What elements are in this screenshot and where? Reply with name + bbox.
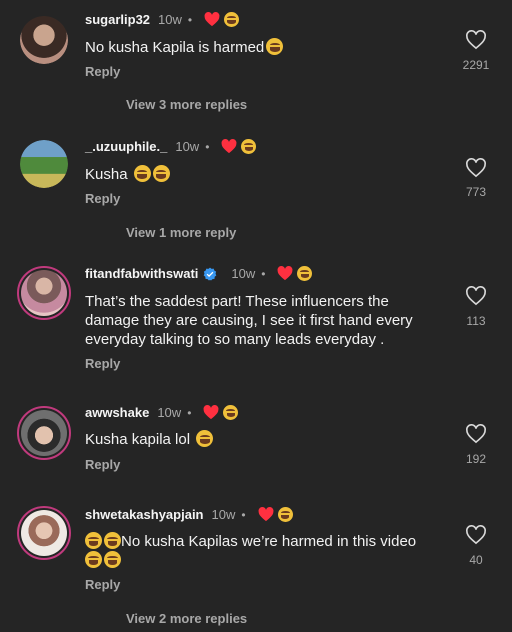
verified-badge-icon <box>204 267 217 281</box>
comment-text-line: That’s the saddest part! These influence… <box>85 293 389 310</box>
avatar[interactable] <box>17 266 71 320</box>
view-more-replies[interactable]: View 1 more reply <box>126 225 236 240</box>
comment-meta: awwshake 10w • <box>85 405 239 420</box>
laughing-emoji-icon <box>297 266 313 281</box>
separator-dot: • <box>261 266 266 281</box>
comment-text-content: No kusha Kapilas we’re harmed in this vi… <box>121 533 417 550</box>
timestamp: 10w <box>158 12 182 27</box>
like-button[interactable] <box>462 424 490 444</box>
laughing-emoji-icon <box>266 38 284 55</box>
username[interactable]: sugarlip32 <box>85 12 150 27</box>
like-button[interactable] <box>462 158 490 178</box>
view-more-replies[interactable]: View 2 more replies <box>126 611 247 626</box>
reply-button[interactable]: Reply <box>85 457 120 472</box>
reply-button[interactable]: Reply <box>85 64 120 79</box>
timestamp: 10w <box>157 405 182 420</box>
laughing-emoji-icon <box>85 551 102 568</box>
username[interactable]: _.uzuuphile._ <box>85 139 167 154</box>
reply-button[interactable]: Reply <box>85 356 120 371</box>
username[interactable]: shwetakashyapjain <box>85 507 204 522</box>
laughing-emoji-icon <box>152 165 170 182</box>
laughing-emoji-icon <box>196 430 214 447</box>
comment-text-content: Kusha <box>85 166 128 183</box>
comment-text-line: everyday talking to so many leads everyd… <box>85 331 385 348</box>
like-button[interactable] <box>462 30 490 50</box>
like-count: 192 <box>465 452 487 466</box>
comment-text: Kusha <box>85 165 445 184</box>
red-heart-icon <box>277 266 293 281</box>
red-heart-icon <box>204 12 220 27</box>
red-heart-icon <box>258 507 274 522</box>
reply-button[interactable]: Reply <box>85 577 120 592</box>
comment-meta: _.uzuuphile._ 10w • <box>85 139 257 154</box>
view-more-replies[interactable]: View 3 more replies <box>126 97 247 112</box>
comment-text: That’s the saddest part! These influence… <box>85 292 445 349</box>
like-count: 113 <box>466 314 486 328</box>
comment-text-content: Kusha kapila lol <box>85 431 191 448</box>
laughing-emoji-icon <box>223 405 239 420</box>
like-count: 2291 <box>462 58 490 72</box>
like-button[interactable] <box>462 286 490 306</box>
separator-dot: • <box>187 405 192 420</box>
heart-outline-icon <box>466 158 486 178</box>
timestamp: 10w <box>231 266 256 281</box>
comment-meta: sugarlip32 10w • <box>85 12 240 27</box>
heart-outline-icon <box>466 286 486 306</box>
username[interactable]: fitandfabwithswati <box>85 266 198 281</box>
like-count: 773 <box>465 185 487 199</box>
comment-text: No kusha Kapilas we’re harmed in this vi… <box>85 532 445 570</box>
laughing-emoji-icon <box>104 551 121 568</box>
laughing-emoji-icon <box>104 532 121 549</box>
avatar[interactable] <box>17 506 71 560</box>
red-heart-icon <box>203 405 219 420</box>
timestamp: 10w <box>175 139 200 154</box>
heart-outline-icon <box>466 525 486 545</box>
heart-outline-icon <box>466 424 486 444</box>
comment-meta: fitandfabwithswati 10w • <box>85 266 313 281</box>
separator-dot: • <box>205 139 210 154</box>
reply-button[interactable]: Reply <box>85 191 120 206</box>
laughing-emoji-icon <box>241 139 257 154</box>
avatar[interactable] <box>20 16 68 64</box>
like-count: 40 <box>469 553 483 567</box>
separator-dot: • <box>241 507 246 522</box>
comment-text-line: damage they are causing, I see it first … <box>85 312 413 329</box>
avatar[interactable] <box>20 140 68 188</box>
laughing-emoji-icon <box>224 12 240 27</box>
comment-text: No kusha Kapila is harmed <box>85 38 445 57</box>
comment-text-content: No kusha Kapila is harmed <box>85 39 265 56</box>
separator-dot: • <box>187 12 193 27</box>
red-heart-icon <box>221 139 237 154</box>
timestamp: 10w <box>211 507 236 522</box>
laughing-emoji-icon <box>277 507 293 522</box>
laughing-emoji-icon <box>133 165 151 182</box>
heart-outline-icon <box>466 30 486 50</box>
comment-meta: shwetakashyapjain 10w • <box>85 507 293 522</box>
avatar[interactable] <box>17 406 71 460</box>
comment-text: Kusha kapila lol <box>85 430 445 449</box>
like-button[interactable] <box>462 525 490 545</box>
laughing-emoji-icon <box>85 532 102 549</box>
username[interactable]: awwshake <box>85 405 149 420</box>
